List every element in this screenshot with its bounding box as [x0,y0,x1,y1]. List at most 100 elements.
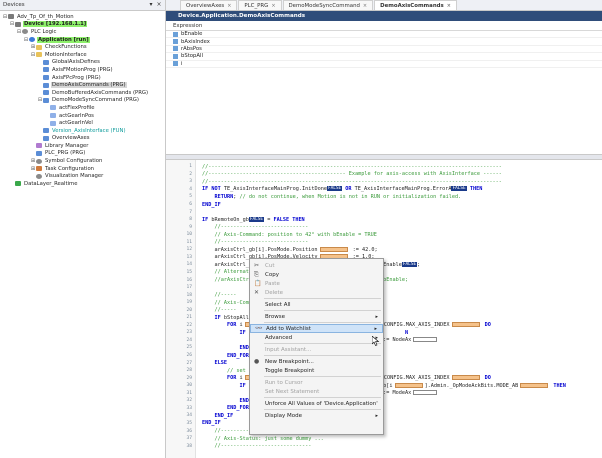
menu-item-set-next-statement[interactable]: Set Next Statement [250,387,383,396]
menu-item-browse[interactable]: Browse ▸ [250,312,383,321]
menu-item-delete[interactable]: ✕ Delete [250,288,383,297]
code-line[interactable]: 22 FOR i MOTIF_CONFIG.MAX_AXIS_INDEX DO [166,322,602,330]
menu-item-add-to-watchlist[interactable]: 👓 Add to Watchlist ▸ [250,324,383,333]
code-editor[interactable]: 1 //-------------------------------------… [166,160,602,458]
tree-node[interactable]: ⊟ MotionInterface [0,51,165,59]
code-line[interactable]: 23 IF arAx N [166,329,602,337]
menu-item-unforce-all-values-of-device-application[interactable]: Unforce All Values of 'Device.Applicatio… [250,399,383,408]
line-number: 36 [186,428,192,434]
tab-close-icon[interactable]: × [363,3,367,9]
menu-item-copy[interactable]: ⎘ Copy [250,270,383,279]
code-line[interactable]: 37 // Axis-Status: just some dummy ... [166,435,602,443]
code-line[interactable]: 21 IF bStopAllF [166,314,602,322]
tree-node[interactable]: ⊟ DemoModeSyncCommand (PRG) [0,97,165,105]
code-line[interactable]: 16 //arAxisCtrl_ POS_ABS := bEnable; [166,276,602,284]
watch-row[interactable]: bEnable [166,31,602,39]
code-line[interactable]: 3 //-------------------------------------… [166,178,602,186]
tree-node[interactable]: PLC_PRG (PRG) [0,150,165,158]
code-line[interactable]: 18 //----- [166,291,602,299]
code-line[interactable]: 4 IF NOT TE_AxisInterfaceMainProg.InitDon… [166,186,602,194]
tree-node[interactable]: actGearInPos [0,112,165,120]
watch-row[interactable]: i [166,61,602,68]
pin-icon[interactable]: ▾ [148,2,154,8]
tree-node[interactable]: ⊞ Task Configuration [0,165,165,173]
code-line[interactable]: 30 IF arA arAxisStatus_gb[i].Admin._OpMo… [166,382,602,390]
editor-title: Device.Application.DemoAxisCommands [178,13,306,19]
code-line[interactable]: 14 arAxisCtrl_gb[i] := bEnableFALSE; [166,261,602,269]
code-line[interactable]: 1 //-------------------------------------… [166,163,602,171]
expression-column-header[interactable]: Expression [166,21,602,31]
code-line[interactable]: 5 RETURN; // do not continue, when Motio… [166,193,602,201]
line-number: 2 [189,171,192,177]
code-line[interactable]: 2 //-------------------------------------… [166,171,602,179]
code-line[interactable]: 6 END_IF [166,201,602,209]
code-line[interactable]: 34 END_IF [166,412,602,420]
watch-row[interactable]: bStopAll [166,53,602,61]
tree-node[interactable]: DataLayer_Realtime [0,180,165,188]
tab-demomodesynccommand[interactable]: DemoModeSyncCommand × [282,0,374,10]
code-line[interactable]: 17 [166,284,602,292]
menu-item-cut[interactable]: ✂ Cut [250,261,383,270]
code-line[interactable]: 7 [166,208,602,216]
tree-node[interactable]: ⊟ Adv_Tp_Of_th_Motion [0,13,165,21]
tree-node[interactable]: ⊟ Device [192.168.1.1] [0,21,165,29]
context-menu: ✂ Cut ⎘ Copy 📋 Paste ✕ Delete Select All Browse ▸ 👓… [249,258,384,435]
tree-node[interactable]: DemoAxisCommands (PRG) [0,81,165,89]
menu-item-input-assistant[interactable]: Input Assistant... [250,345,383,354]
tab-plc_prg[interactable]: PLC_PRG × [238,0,282,10]
code-line[interactable]: 8 IF bRemoteOn_gbFALSE = FALSE THEN [166,216,602,224]
code-line[interactable]: 13 arAxisCtrl_gb[i].PosMode.Velocity := … [166,254,602,262]
menu-item-advanced[interactable]: Advanced ▸ [250,333,383,342]
tree-node[interactable]: Library Manager [0,142,165,150]
code-line[interactable]: 11 //---------------------------- [166,239,602,247]
tree-node[interactable]: GlobalAxisDefines [0,59,165,67]
menu-item-paste[interactable]: 📋 Paste [250,279,383,288]
code-line[interactable]: 25 END_IF [166,344,602,352]
code-line[interactable]: 9 //---------------------------- [166,223,602,231]
tree-node[interactable]: actGearInVel [0,119,165,127]
tab-close-icon[interactable]: × [447,3,451,9]
menu-item-new-breakpoint[interactable]: ● New Breakpoint... [250,357,383,366]
tree-node[interactable]: actFlexProfile [0,104,165,112]
code-line[interactable]: 28 // set br [166,367,602,375]
tab-demoaxiscommands[interactable]: DemoAxisCommands × [374,0,457,10]
line-number: 31 [186,390,192,396]
tree-node[interactable]: OverviewAxes [0,135,165,143]
tree-node[interactable]: DemoBufferedAxisCommands (PRG) [0,89,165,97]
tree-node[interactable]: Version_AxisInterface (FUN) [0,127,165,135]
code-line[interactable]: 24 arA := NodeAx [166,337,602,345]
watch-row[interactable]: bAxisIndex [166,38,602,46]
tab-close-icon[interactable]: × [271,3,275,9]
code-line[interactable]: 15 // Alternative [166,269,602,277]
tree-node[interactable]: ⊟ Application [run] [0,36,165,44]
code-line[interactable]: 31 arA := ModeAx [166,390,602,398]
code-line[interactable]: 35 END_IF [166,420,602,428]
code-line[interactable]: 32 END_IF [166,397,602,405]
variable-icon [173,61,178,67]
code-line[interactable]: 33 END_FOR [166,405,602,413]
tree-node[interactable]: ⊞ Symbol Configuration [0,157,165,165]
tree-node[interactable]: ⊟ PLC Logic [0,28,165,36]
tree-node[interactable]: ⊞ CheckFunctions [0,43,165,51]
tab-close-icon[interactable]: × [227,3,231,9]
watch-row[interactable]: rAbsPos [166,46,602,54]
code-line[interactable]: 19 // Axis-Comm OLL = TRUE [166,299,602,307]
code-line[interactable]: 38 //----------------------------- [166,442,602,450]
code-line[interactable]: 12 arAxisCtrl_gb[i].PosMode.Position := … [166,246,602,254]
code-line[interactable]: 20 //----- [166,306,602,314]
menu-item-toggle-breakpoint[interactable]: Toggle Breakpoint [250,366,383,375]
code-line[interactable]: 36 //----------------------------- [166,427,602,435]
line-number: 6 [189,202,192,208]
code-line[interactable]: 10 // Axis-Command: position to 42° with… [166,231,602,239]
code-line[interactable]: 29 FOR i MOTIF_CONFIG.MAX_AXIS_INDEX DO [166,374,602,382]
menu-item-run-to-cursor[interactable]: Run to Cursor [250,378,383,387]
close-icon[interactable]: × [156,2,162,8]
tree-node[interactable]: AxisFPcProg (PRG) [0,74,165,82]
tree-node[interactable]: Visualization Manager [0,172,165,180]
code-line[interactable]: 27 ELSE [166,359,602,367]
code-line[interactable]: 26 END_FOR [166,352,602,360]
tab-overviewaxes[interactable]: OverviewAxes × [180,0,238,10]
menu-item-select-all[interactable]: Select All [250,300,383,309]
tree-node[interactable]: AxisFMotionProg (PRG) [0,66,165,74]
menu-item-display-mode[interactable]: Display Mode ▸ [250,411,383,420]
